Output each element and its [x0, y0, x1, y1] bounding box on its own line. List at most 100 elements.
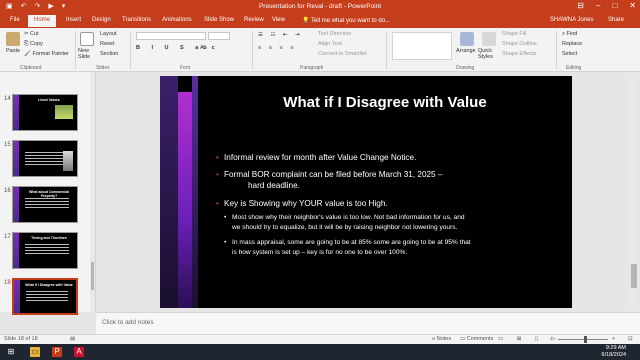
find-button[interactable]: ⌕ Find: [562, 31, 577, 38]
bullet-3[interactable]: • Key is Showing why YOUR value is too Hi…: [216, 198, 388, 209]
thumb-number: 17: [4, 234, 11, 240]
slide-thumbnail-15[interactable]: [12, 140, 78, 177]
layout-button[interactable]: Layout: [100, 31, 117, 37]
drawing-group-label: Drawing: [456, 65, 475, 71]
quick-styles-icon[interactable]: [482, 32, 496, 46]
title-bar: ▣ ↶ ↷ ▶ ▾ Presentation for Reval - draft…: [0, 0, 640, 14]
notes-pane[interactable]: Click to add notes: [96, 312, 640, 334]
replace-button[interactable]: Replace: [562, 41, 582, 47]
paragraph-group-label: Paragraph: [300, 65, 324, 71]
thumb-number: 14: [4, 96, 11, 102]
text-direction-button[interactable]: Text Direction: [318, 31, 351, 37]
clock[interactable]: 9:29 AM 6/18/2024: [602, 345, 626, 359]
list-buttons[interactable]: ☰ ☷ ⇤ ⇥: [258, 32, 303, 38]
cut-button[interactable]: ✂ Cut: [24, 31, 39, 37]
bullet-2[interactable]: • Formal BOR complaint can be filed befor…: [216, 169, 442, 180]
alignment-buttons[interactable]: ≡ ≡ ≡ ≡: [258, 45, 296, 51]
thumbnail-scrollbar[interactable]: [90, 72, 95, 312]
arrange-icon[interactable]: [460, 32, 474, 46]
thumb-number: 15: [4, 142, 11, 148]
powerpoint-icon[interactable]: P: [52, 347, 62, 357]
bullet-1[interactable]: • Informal review for month after Value C…: [216, 152, 416, 163]
comment-icon: ▭: [460, 336, 467, 342]
shape-effects-button[interactable]: Shape Effects: [502, 51, 536, 57]
tab-transitions[interactable]: Transitions: [122, 17, 151, 23]
user-account[interactable]: SHAWNA Jones: [550, 17, 593, 23]
zoom-slider[interactable]: [558, 339, 608, 340]
sub-bullet-1-continued[interactable]: we should try to equalize, but it will b…: [232, 223, 457, 233]
bullet-2-continued[interactable]: hard deadline.: [248, 180, 300, 191]
format-painter-button[interactable]: 🖌 Format Painter: [24, 51, 69, 57]
tab-design[interactable]: Design: [92, 17, 111, 23]
convert-smartart-button[interactable]: Convert to SmartArt: [318, 51, 367, 57]
file-explorer-icon[interactable]: ▭: [30, 347, 40, 357]
sub-bullet-1[interactable]: • Most show why their neighbor's value is…: [224, 213, 465, 223]
status-bar: Slide 18 of 18 ▤ ≡ Notes ▭ Comments ▭ ⊞ …: [0, 334, 640, 344]
font-size-combo[interactable]: [208, 32, 230, 40]
slide-canvas[interactable]: What if I Disagree with Value • Informal …: [160, 76, 572, 308]
quick-styles-button[interactable]: Quick Styles: [478, 48, 496, 60]
slide-thumbnail-18[interactable]: What if I Disagree with Value: [12, 278, 78, 315]
font-name-combo[interactable]: [136, 32, 206, 40]
acrobat-icon[interactable]: A: [74, 347, 84, 357]
arrange-button[interactable]: Arrange: [456, 48, 476, 54]
section-button[interactable]: Section: [100, 51, 118, 57]
share-button[interactable]: Share: [608, 17, 624, 23]
slide-thumbnail-17[interactable]: Timing and Timelines: [12, 232, 78, 269]
reset-button[interactable]: Reset: [100, 41, 114, 47]
windows-taskbar: ⊞ ▭ P A 9:29 AM 6/18/2024: [0, 344, 640, 360]
fit-to-window-icon[interactable]: ⊡: [628, 336, 633, 342]
thumb-number: 16: [4, 188, 11, 194]
notes-placeholder[interactable]: Click to add notes: [102, 319, 154, 326]
close-button[interactable]: ✕: [629, 1, 636, 10]
zoom-in-icon[interactable]: +: [612, 336, 615, 342]
sub-bullet-2-continued[interactable]: is how system is set up – key is for no …: [232, 248, 407, 258]
paste-icon[interactable]: [6, 32, 20, 46]
copy-button[interactable]: ⎘ Copy: [24, 41, 43, 48]
slide-title[interactable]: What if I Disagree with Value: [200, 94, 570, 111]
tab-insert[interactable]: Insert: [66, 17, 81, 23]
tab-file[interactable]: File: [10, 17, 20, 23]
minimize-button[interactable]: –: [596, 1, 600, 10]
tell-me-search[interactable]: 💡 Tell me what you want to do...: [302, 17, 390, 24]
shape-outline-button[interactable]: Shape Outline: [502, 41, 537, 47]
tab-view[interactable]: View: [272, 17, 285, 23]
tab-review[interactable]: Review: [244, 17, 264, 23]
zoom-slider-knob[interactable]: [584, 336, 587, 343]
clipboard-group-label: Clipboard: [20, 65, 42, 71]
tab-animations[interactable]: Animations: [162, 17, 192, 23]
tab-slide-show[interactable]: Slide Show: [204, 17, 234, 23]
shapes-gallery[interactable]: [392, 32, 452, 60]
lightbulb-icon: 💡: [302, 18, 312, 24]
slide-scrollbar[interactable]: [630, 74, 638, 310]
zoom-out-icon[interactable]: –: [550, 336, 553, 342]
comments-toggle[interactable]: ▭ Comments: [460, 336, 493, 342]
font-color-icon[interactable]: A: [200, 45, 204, 51]
new-slide-button[interactable]: New Slide: [78, 48, 96, 60]
font-group-label: Font: [180, 65, 191, 71]
ribbon-tabs: File Home Insert Design Transitions Anim…: [0, 14, 640, 28]
align-text-button[interactable]: Align Text: [318, 41, 342, 47]
thumb-number: 18: [4, 280, 11, 286]
slides-group-label: Slides: [96, 65, 110, 71]
tab-home[interactable]: Home: [28, 15, 57, 27]
ribbon-home: Paste ✂ Cut ⎘ Copy 🖌 Format Painter Clip…: [0, 28, 640, 72]
brush-icon: 🖌: [24, 51, 33, 57]
window-title: Presentation for Reval - draft - PowerPo…: [258, 3, 382, 10]
notes-toggle[interactable]: ≡ Notes: [432, 336, 451, 342]
ribbon-display-options-icon[interactable]: ⊟: [577, 1, 584, 10]
spellcheck-icon[interactable]: ▤: [70, 336, 75, 342]
slide-thumbnail-14[interactable]: Lined Values: [12, 94, 78, 131]
sub-bullet-2[interactable]: • In mass appraisal, some are going to be…: [224, 238, 471, 248]
slide-thumbnail-pane: 14 Lined Values 15 16 What about Commerc…: [0, 72, 96, 315]
windows-start-icon[interactable]: ⊞: [6, 347, 16, 357]
font-format-buttons[interactable]: B I U S abc: [136, 45, 220, 51]
slide-thumbnail-16[interactable]: What about Commercial Property?: [12, 186, 78, 223]
slide-counter: Slide 18 of 18: [4, 336, 38, 342]
shape-fill-button[interactable]: Shape Fill: [502, 31, 526, 37]
paste-button[interactable]: Paste: [6, 48, 20, 54]
editing-group-label: Editing: [566, 65, 582, 71]
maximize-button[interactable]: □: [612, 1, 617, 10]
new-slide-icon[interactable]: [80, 32, 94, 46]
select-button[interactable]: Select: [562, 51, 577, 57]
